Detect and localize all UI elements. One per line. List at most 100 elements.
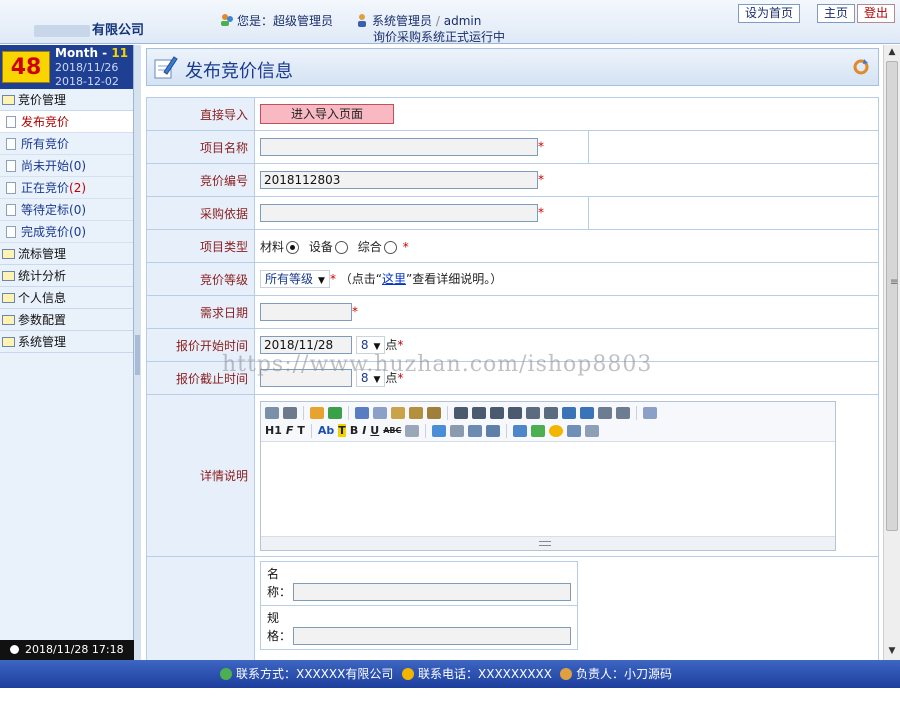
font-size-button[interactable]: T (297, 424, 305, 437)
eraser-icon[interactable] (405, 424, 420, 437)
sidebar-group-statistics[interactable]: 统计分析 (0, 265, 133, 287)
flash-icon[interactable] (468, 424, 483, 437)
sidebar-group-failed-bids[interactable]: 流标管理 (0, 243, 133, 265)
italic-button[interactable]: I (362, 424, 366, 437)
sidebar-item-publish-bid[interactable]: 发布竞价 (0, 111, 133, 133)
sidebar: 48 Month - 11 2018/11/26 2018-12-02 竞价管理… (0, 45, 134, 660)
sidebar-item-not-started[interactable]: 尚未开始(0) (0, 155, 133, 177)
sidebar-item-all-bids[interactable]: 所有竞价 (0, 133, 133, 155)
item-spec-label-top: 规 (267, 611, 280, 625)
required-mark: * (329, 271, 336, 286)
paste-icon[interactable] (391, 406, 405, 419)
footer: 联系方式：XXXXXX有限公司 联系电话：XXXXXXXXX 负责人：小刀源码 (0, 660, 900, 688)
item-name-input[interactable] (293, 583, 572, 601)
font-color-button[interactable]: Ab (318, 424, 334, 437)
subscript-icon[interactable] (598, 406, 612, 419)
item-name-label: 称： (267, 584, 292, 599)
paste-word-icon[interactable] (427, 406, 441, 419)
form-row-level: 竞价等级 所有等级 ▼ * （点击“这里”查看详细说明。） (146, 262, 879, 296)
select-all-icon[interactable] (643, 406, 657, 419)
undo-icon[interactable] (310, 406, 324, 419)
level-help-link[interactable]: 这里 (382, 272, 406, 286)
emoticon-icon[interactable] (549, 424, 564, 437)
print-icon[interactable] (283, 406, 297, 419)
sidebar-item-in-progress[interactable]: 正在竞价(2) (0, 177, 133, 199)
project-name-label: 项目名称 (146, 130, 255, 164)
day-count: 48 (2, 51, 50, 83)
editor-resize-bar[interactable] (261, 535, 835, 550)
align-right-icon[interactable] (490, 406, 504, 419)
sidebar-item-awaiting-award[interactable]: 等待定标(0) (0, 199, 133, 221)
item-spec-input[interactable] (293, 627, 572, 645)
type-option-equipment-radio[interactable] (334, 240, 348, 254)
image-icon[interactable] (432, 424, 447, 437)
folder-open-icon (2, 95, 15, 105)
bold-button[interactable]: B (350, 424, 358, 437)
page-icon (6, 226, 16, 238)
unlink-icon[interactable] (585, 424, 600, 437)
main-scrollbar[interactable]: ▲ ≡ ▼ (883, 45, 900, 660)
align-center-icon[interactable] (472, 406, 486, 419)
logout-button[interactable]: 登出 (857, 4, 896, 23)
type-option-mixed-radio[interactable] (383, 240, 397, 254)
sidebar-group-personal-info[interactable]: 个人信息 (0, 287, 133, 309)
form-row-detail: 详情说明 H1 F T Ab T B I U ABC (146, 394, 879, 557)
redo-icon[interactable] (328, 406, 342, 419)
resize-handle-icon[interactable] (539, 540, 551, 546)
link-icon[interactable] (567, 424, 582, 437)
page-icon (6, 182, 16, 194)
unordered-list-icon[interactable] (544, 406, 558, 419)
company-name: 有限公司 (34, 19, 144, 38)
splitter-grip[interactable] (135, 335, 140, 375)
type-option-material-radio[interactable] (286, 240, 300, 254)
highlight-button[interactable]: T (338, 424, 346, 437)
import-page-button[interactable]: 进入导入页面 (260, 104, 394, 124)
cut-icon[interactable] (355, 406, 369, 419)
underline-button[interactable]: U (370, 424, 379, 437)
project-name-input[interactable] (260, 138, 538, 156)
footer-owner: 负责人：小刀源码 (560, 660, 672, 688)
align-justify-icon[interactable] (508, 406, 522, 419)
font-family-button[interactable]: F (286, 424, 294, 437)
sidebar-splitter[interactable] (134, 45, 141, 660)
scroll-up-icon[interactable]: ▲ (886, 47, 898, 59)
sidebar-group-bidding[interactable]: 竞价管理 (0, 89, 133, 111)
horizontal-rule-icon[interactable] (531, 424, 546, 437)
sidebar-group-parameters[interactable]: 参数配置 (0, 309, 133, 331)
indent-icon[interactable] (562, 406, 576, 419)
item-name-cell: 名 称： (259, 561, 579, 606)
purchase-basis-input[interactable] (260, 204, 538, 222)
strikethrough-button[interactable]: ABC (383, 426, 401, 435)
set-homepage-button[interactable]: 设为首页 (738, 4, 801, 23)
type-option-equipment-label: 设备 (308, 239, 333, 254)
scroll-down-icon[interactable]: ▼ (886, 646, 898, 658)
scroll-thumb[interactable]: ≡ (886, 61, 898, 531)
bid-form: 直接导入 进入导入页面 项目名称 * 竞价编号 2018112803 * 采购依据… (146, 97, 879, 660)
media-icon[interactable] (486, 424, 501, 437)
page-icon (6, 204, 16, 216)
bid-level-select[interactable]: 所有等级 ▼ (260, 270, 330, 289)
folder-icon (2, 249, 15, 259)
sidebar-item-completed[interactable]: 完成竞价(0) (0, 221, 133, 243)
top-header: 有限公司 您是：超级管理员 系统管理员 / admin 询价采购系统正式运行中 设… (0, 0, 900, 44)
demand-date-input[interactable] (260, 303, 352, 321)
home-button[interactable]: 主页 (817, 4, 856, 23)
copy-icon[interactable] (373, 406, 387, 419)
heading-button[interactable]: H1 (265, 424, 282, 437)
bid-code-input[interactable]: 2018112803 (260, 171, 538, 189)
project-type-label: 项目类型 (146, 229, 255, 263)
rich-text-editor[interactable]: H1 F T Ab T B I U ABC (260, 400, 836, 551)
superscript-icon[interactable] (616, 406, 630, 419)
watermark-text: https://www.huzhan.com/ishop8803 (222, 352, 653, 377)
paste-text-icon[interactable] (409, 406, 423, 419)
ordered-list-icon[interactable] (526, 406, 540, 419)
fullscreen-icon[interactable] (265, 406, 279, 419)
outdent-icon[interactable] (580, 406, 594, 419)
align-left-icon[interactable] (454, 406, 468, 419)
sidebar-group-system[interactable]: 系统管理 (0, 331, 133, 353)
refresh-icon[interactable] (852, 58, 870, 76)
attachment-icon[interactable] (450, 424, 465, 437)
bid-code-label: 竞价编号 (146, 163, 255, 197)
table-icon[interactable] (513, 424, 528, 437)
folder-icon (2, 293, 15, 303)
